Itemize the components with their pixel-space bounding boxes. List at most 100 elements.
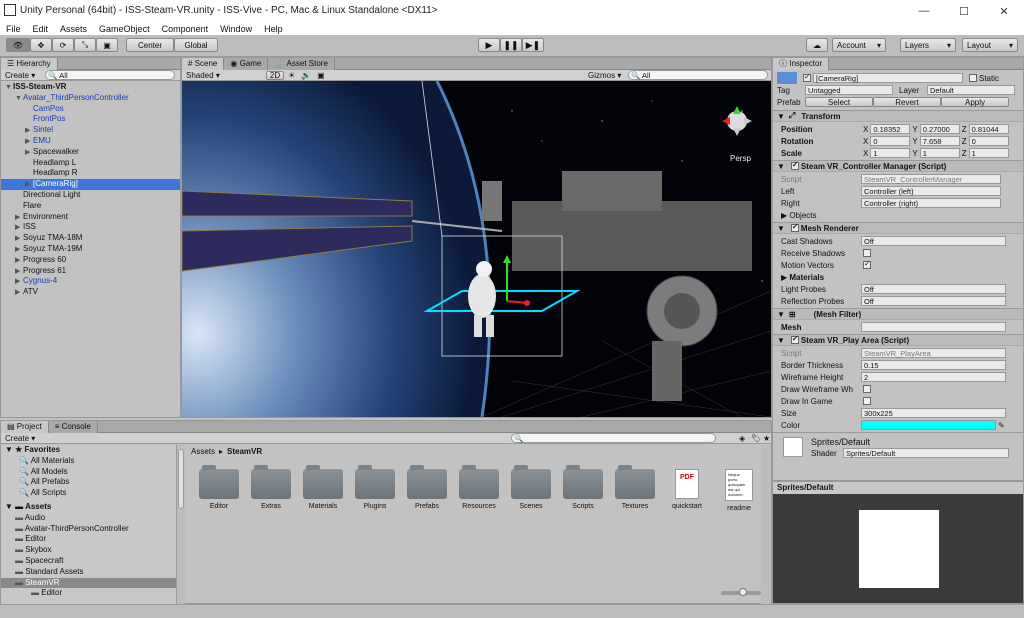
transform-x-field[interactable]: 1 — [870, 148, 911, 158]
controller-script-field[interactable]: SteamVR_ControllerManager — [861, 174, 1001, 184]
color-swatch[interactable] — [861, 420, 996, 430]
controller-manager-header[interactable]: ▼ Steam VR_Controller Manager (Script) — [773, 160, 1023, 172]
project-create-button[interactable]: Create ▾ — [5, 434, 35, 443]
favorite-item[interactable]: 🔍 All Materials — [1, 456, 176, 467]
transform-header[interactable]: ▼ ⤢ Transform — [773, 110, 1023, 122]
tab-project[interactable]: ▤ Project — [1, 420, 49, 433]
hierarchy-item[interactable]: ▶ Progress 61 — [1, 266, 180, 277]
layout-dropdown[interactable]: Layout ▾ — [962, 38, 1018, 52]
axis-label-z[interactable]: Z — [962, 137, 967, 146]
transform-y-field[interactable]: 7.658 — [919, 136, 960, 146]
breadcrumb-assets[interactable]: Assets — [191, 447, 215, 456]
rect-tool-icon[interactable]: ▣ — [96, 38, 118, 52]
breadcrumb-steamvr[interactable]: SteamVR — [227, 447, 262, 456]
hierarchy-item[interactable]: ▶ ISS — [1, 222, 180, 233]
scene-viewport[interactable]: Persp — [182, 81, 771, 417]
tree-scrollbar-thumb[interactable] — [178, 449, 184, 509]
assets-header[interactable]: ▼ ▬ Assets — [1, 502, 176, 513]
favorites-header[interactable]: ▼ ★ Favorites — [1, 445, 176, 456]
asset-item[interactable]: Plugins — [349, 465, 401, 510]
asset-item[interactable]: Textures — [609, 465, 661, 510]
asset-item[interactable]: Scenes — [505, 465, 557, 510]
axis-label-z[interactable]: Z — [962, 125, 967, 134]
axis-label-y[interactable]: Y — [912, 125, 917, 134]
hierarchy-item[interactable]: CamPos — [1, 104, 180, 115]
eyedropper-icon[interactable]: ✎ — [998, 421, 1005, 430]
collapse-arrow-icon[interactable]: ▶ — [15, 256, 23, 267]
hierarchy-item[interactable]: ▶ Progress 60 — [1, 255, 180, 266]
collapse-arrow-icon[interactable]: ▶ — [15, 288, 23, 299]
scene-search-input[interactable]: 🔍 All — [628, 70, 768, 80]
menu-edit[interactable]: Edit — [33, 24, 49, 34]
transform-z-field[interactable]: 1 — [968, 148, 1009, 158]
hierarchy-item[interactable]: ▼ISS-Steam-VR — [1, 82, 180, 93]
collapse-arrow-icon[interactable]: ▶ — [25, 148, 33, 159]
static-checkbox[interactable] — [969, 74, 977, 82]
play-area-header[interactable]: ▼ Steam VR_Play Area (Script) — [773, 334, 1023, 346]
menu-help[interactable]: Help — [264, 24, 283, 34]
transform-x-field[interactable]: 0 — [870, 136, 911, 146]
materials-foldout[interactable]: ▶ Materials — [781, 273, 824, 282]
minimize-button[interactable]: — — [904, 0, 944, 22]
tab-inspector[interactable]: ⓘ Inspector — [773, 57, 830, 70]
mesh-filter-header[interactable]: ▼ ⊞ (Mesh Filter) — [773, 308, 1023, 320]
gizmos-dropdown[interactable]: Gizmos ▾ — [588, 71, 621, 80]
maximize-button[interactable]: ☐ — [944, 0, 984, 22]
motion-vectors-checkbox[interactable] — [863, 259, 871, 269]
tree-scrollbar[interactable] — [177, 445, 185, 604]
step-icon[interactable]: ▶❚ — [522, 38, 544, 52]
hierarchy-item[interactable]: ▼Avatar_ThirdPersonController — [1, 93, 180, 104]
asset-folder-item[interactable]: ▬ Editor — [1, 588, 176, 599]
hierarchy-search-input[interactable]: 🔍 All — [45, 70, 176, 80]
border-thickness-field[interactable]: 0.15 — [861, 360, 1006, 370]
menu-file[interactable]: File — [6, 24, 21, 34]
scale-tool-icon[interactable]: ⤡ — [74, 38, 96, 52]
2d-toggle[interactable]: 2D — [266, 70, 284, 80]
move-tool-icon[interactable]: ✥ — [30, 38, 52, 52]
asset-item[interactable]: Prefabs — [401, 465, 453, 510]
zoom-slider[interactable] — [721, 588, 761, 596]
hierarchy-item[interactable]: ▶ Cygnus-4 — [1, 276, 180, 287]
light-probes-dropdown[interactable]: Off — [861, 284, 1006, 294]
hierarchy-item[interactable]: Directional Light — [1, 190, 180, 201]
axis-label-y[interactable]: Y — [912, 149, 917, 158]
layers-dropdown[interactable]: Layers ▾ — [900, 38, 956, 52]
asset-item[interactable]: Materials — [297, 465, 349, 510]
play-icon[interactable]: ▶ — [478, 38, 500, 52]
left-controller-field[interactable]: Controller (left) — [861, 186, 1001, 196]
draw-wireframe-checkbox[interactable] — [863, 385, 871, 393]
filter-label-icon[interactable]: 🏷 — [751, 434, 761, 443]
favorite-item[interactable]: 🔍 All Scripts — [1, 488, 176, 499]
reflection-probes-dropdown[interactable]: Off — [861, 296, 1006, 306]
transform-z-field[interactable]: 0.81044 — [968, 124, 1009, 134]
hierarchy-item[interactable]: Headlamp R — [1, 168, 180, 179]
shader-dropdown[interactable]: Sprites/Default — [843, 448, 1009, 458]
favorite-item[interactable]: 🔍 All Models — [1, 467, 176, 478]
receive-shadows-checkbox[interactable] — [863, 249, 871, 257]
tab-console[interactable]: ≡ Console — [48, 420, 98, 433]
prefab-revert-button[interactable]: Revert — [873, 97, 941, 107]
close-button[interactable]: ✕ — [984, 0, 1024, 22]
menu-gameobject[interactable]: GameObject — [99, 24, 150, 34]
hierarchy-item[interactable]: ▶ Soyuz TMA-18M — [1, 233, 180, 244]
view-tool-icon[interactable]: 👁 — [6, 38, 30, 52]
hierarchy-item[interactable]: ▶ Soyuz TMA-19M — [1, 244, 180, 255]
asset-folder-item[interactable]: ▬ Editor — [1, 534, 176, 545]
pivot-center-button[interactable]: Center — [126, 38, 174, 52]
asset-item[interactable]: Extras — [245, 465, 297, 510]
expand-arrow-icon[interactable]: ▼ — [15, 94, 23, 105]
tab-game[interactable]: ◉ Game — [224, 57, 269, 70]
hierarchy-item[interactable]: Flare — [1, 201, 180, 212]
asset-folder-item[interactable]: ▬ SteamVR — [1, 577, 176, 589]
asset-item[interactable]: Neque porro quisquam est qui dolorem. rea… — [713, 469, 765, 512]
hierarchy-item[interactable]: ▶ Sintel — [1, 125, 180, 136]
play-area-script-field[interactable]: SteamVR_PlayArea — [861, 348, 1006, 358]
active-checkbox[interactable] — [803, 72, 811, 82]
filter-type-icon[interactable]: ◈ — [739, 434, 745, 443]
tab-hierarchy[interactable]: ☰ Hierarchy — [1, 57, 58, 70]
tab-asset-store[interactable]: 🛒 Asset Store — [268, 57, 335, 70]
transform-y-field[interactable]: 1 — [919, 148, 960, 158]
zoom-slider-thumb[interactable] — [739, 588, 747, 596]
hierarchy-item[interactable]: ▶ ATV — [1, 287, 180, 298]
asset-item[interactable]: Scripts — [557, 465, 609, 510]
